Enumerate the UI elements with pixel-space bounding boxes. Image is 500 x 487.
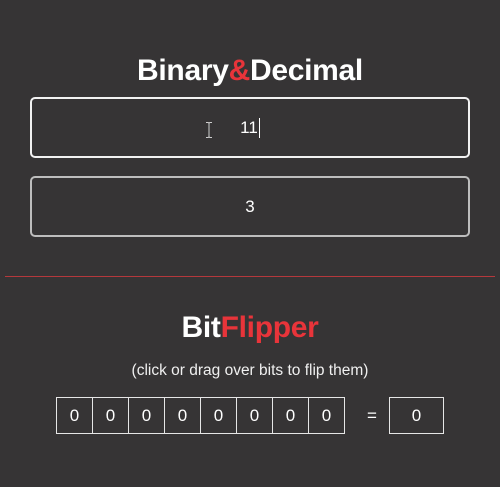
title-flipper: Flipper [220, 311, 319, 344]
title-ampersand: & [228, 54, 251, 87]
bit-0[interactable]: 0 [308, 397, 345, 434]
binary-value: 11 [240, 117, 258, 137]
section-divider [5, 276, 495, 277]
bit-3[interactable]: 0 [200, 397, 237, 434]
decimal-input[interactable]: 3 [30, 176, 470, 237]
bit-2[interactable]: 0 [236, 397, 273, 434]
bit-6[interactable]: 0 [92, 397, 129, 434]
ibeam-cursor-icon [206, 122, 212, 138]
binary-decimal-title: Binary&Decimal [0, 52, 500, 90]
title-binary: Binary [137, 54, 229, 87]
bit-result: 0 [389, 397, 444, 434]
bit-row: 0 0 0 0 0 0 0 0 [56, 397, 345, 434]
binary-input[interactable]: 11 [30, 97, 470, 158]
text-caret [258, 117, 260, 138]
decimal-value: 3 [245, 196, 255, 216]
equals-sign: = [367, 405, 377, 425]
title-decimal: Decimal [249, 54, 363, 87]
bit-1[interactable]: 0 [272, 397, 309, 434]
bit-4[interactable]: 0 [164, 397, 201, 434]
bit-7[interactable]: 0 [56, 397, 93, 434]
title-bit: Bit [181, 311, 221, 344]
bit-5[interactable]: 0 [128, 397, 165, 434]
flip-hint: (click or drag over bits to flip them) [131, 362, 369, 379]
bit-flipper-title: BitFlipper [0, 309, 500, 347]
